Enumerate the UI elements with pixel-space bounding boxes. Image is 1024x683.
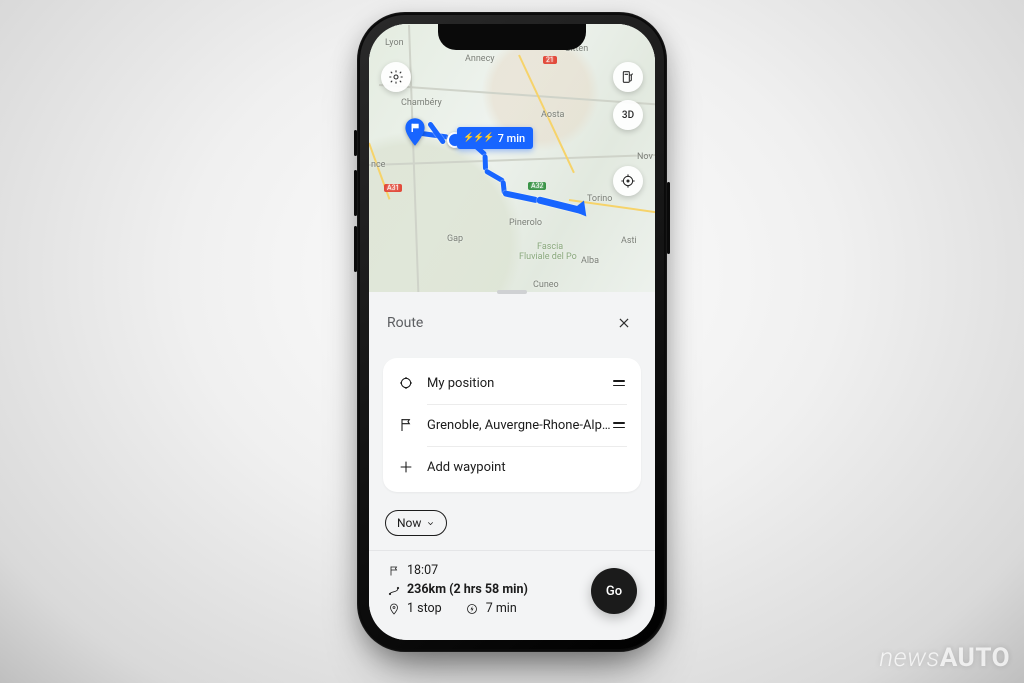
city-alba: Alba [581,256,599,266]
origin-label: My position [427,376,611,391]
destination-row[interactable]: Grenoble, Auvergne-Rhone-Alpe... [383,404,641,446]
watermark: newsAUTO [879,643,1010,673]
shield-a32: A32 [528,182,546,190]
route-icon [387,583,400,596]
bolt-icon: ⚡⚡⚡ [463,133,494,143]
fuel-button[interactable] [613,62,643,92]
destination-label: Grenoble, Auvergne-Rhone-Alpe... [427,418,611,433]
city-pinerolo: Pinerolo [509,218,542,228]
close-button[interactable] [611,310,637,336]
shield-e21: 21 [543,56,557,64]
bolt-icon [466,602,479,615]
add-waypoint-label: Add waypoint [427,460,627,475]
gear-icon [388,69,404,85]
flag-icon [397,416,415,434]
city-aosta: Aosta [541,110,564,120]
departure-time-button[interactable]: Now [385,510,447,536]
view-3d-button[interactable]: 3D [613,100,643,130]
crosshair-icon [397,374,415,392]
chevron-down-icon [426,519,435,528]
fuel-pump-icon [620,69,636,85]
add-waypoint-row[interactable]: Add waypoint [383,446,641,488]
phone-notch [438,24,586,50]
recenter-button[interactable] [613,166,643,196]
city-annecy: Annecy [465,54,495,64]
city-chambery: Chambéry [401,98,442,108]
settings-button[interactable] [381,62,411,92]
sheet-title: Route [387,315,423,331]
city-nov: Nov [637,152,653,162]
go-button[interactable]: Go [591,568,637,614]
flag-icon [387,564,400,577]
stops-count: 1 stop [407,601,442,616]
city-gap: Gap [447,234,463,244]
plus-icon [397,458,415,476]
map-view[interactable]: Lyon Annecy Sitten Chambéry Aosta Nov To… [369,24,655,298]
park-fluviale: Fluviale del Po [519,252,577,262]
waypoints-card: My position Grenoble, Auvergne-Rhone-Alp… [383,358,641,492]
drag-handle-icon[interactable] [611,380,627,386]
drag-handle-icon[interactable] [611,422,627,428]
route-sheet: Route My position Grenoble, Auvergne-Rho… [369,292,655,640]
charge-time: 7 min [486,601,517,616]
sheet-handle[interactable] [497,290,527,294]
charge-time-badge[interactable]: ⚡⚡⚡ 7 min [457,127,533,149]
city-lyon: Lyon [385,38,404,48]
city-asti: Asti [621,236,637,246]
city-nce: nce [371,160,385,170]
destination-pin[interactable] [404,118,426,140]
pin-icon [387,602,400,615]
city-torino: Torino [587,194,612,204]
phone-frame: Lyon Annecy Sitten Chambéry Aosta Nov To… [357,12,667,652]
origin-row[interactable]: My position [383,362,641,404]
park-fascia: Fascia [537,242,563,252]
city-cuneo: Cuneo [533,280,559,290]
arrival-time: 18:07 [407,563,438,578]
close-icon [617,316,631,330]
shield-a31: A31 [384,184,402,192]
distance-duration: 236km (2 hrs 58 min) [407,582,528,597]
crosshair-icon [620,173,636,189]
